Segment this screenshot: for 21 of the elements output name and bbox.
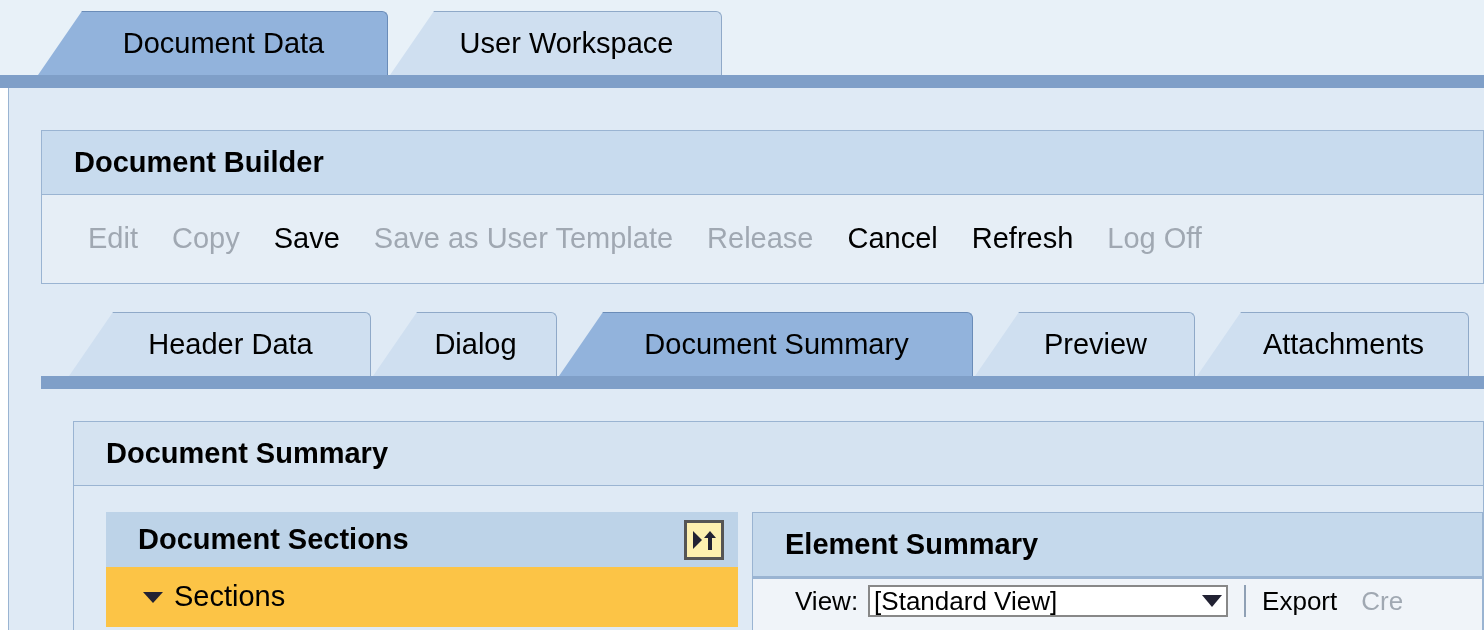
view-label: View: [795, 588, 859, 614]
sections-title: Document Sections [138, 521, 409, 557]
expand-icon [142, 590, 164, 604]
toolbar-button[interactable]: Refresh [971, 217, 1074, 261]
tab[interactable]: Attachments [1197, 312, 1469, 376]
tab[interactable]: Dialog [373, 312, 557, 376]
tab[interactable]: Document Summary [559, 312, 973, 376]
toolbar-button[interactable]: Cancel [847, 217, 938, 261]
panel-title: Document Summary [106, 435, 388, 471]
tab[interactable]: Header Data [69, 312, 371, 376]
element-title: Element Summary [785, 526, 1039, 562]
dropdown-icon [1202, 595, 1223, 607]
tab[interactable]: Preview [975, 312, 1195, 376]
action-button[interactable]: Export [1262, 588, 1338, 614]
tab[interactable]: Document Data [38, 11, 388, 75]
view-dropdown[interactable]: [Standard View] [868, 585, 1229, 617]
collapse-icon[interactable] [684, 519, 724, 560]
tab[interactable]: User Workspace [390, 11, 722, 75]
panel-title: Document Builder [74, 144, 324, 180]
toolbar-button[interactable]: Save [273, 217, 340, 261]
tree-item[interactable]: Sections [106, 567, 738, 627]
